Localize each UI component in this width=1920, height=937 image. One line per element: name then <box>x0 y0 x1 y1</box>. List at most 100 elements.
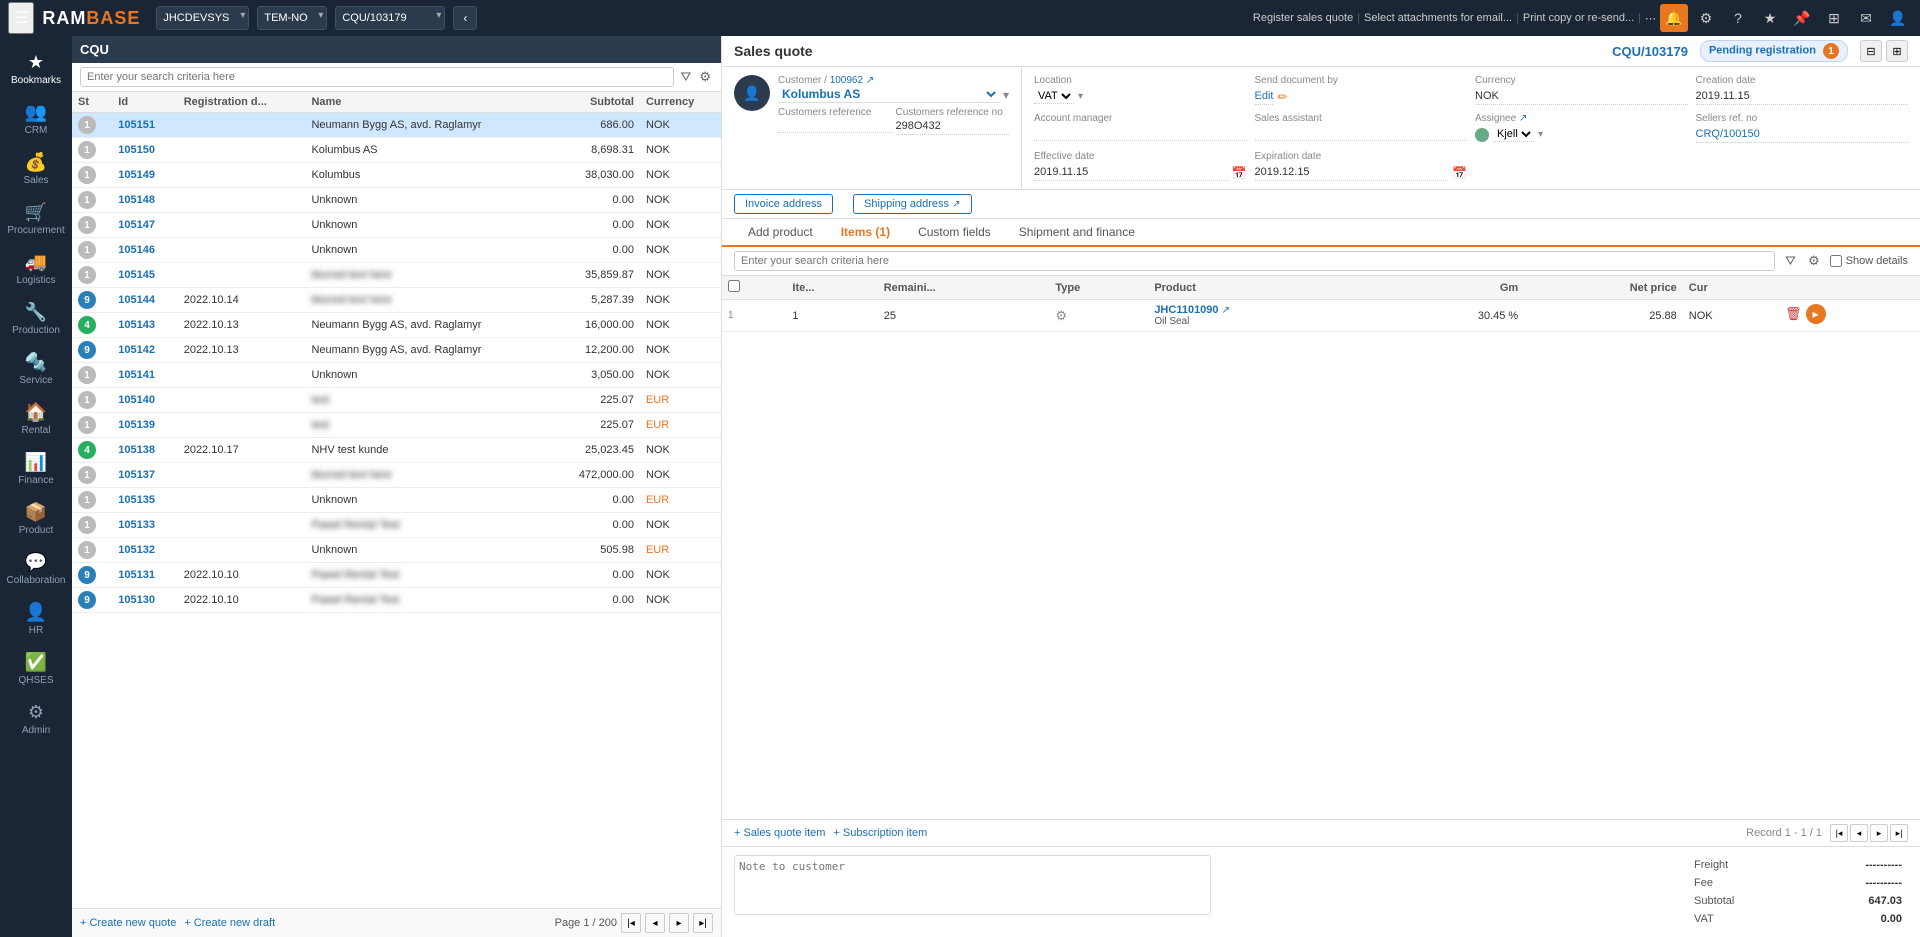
page-last-button[interactable]: ▸| <box>693 913 713 933</box>
sidebar-item-production[interactable]: 🔧 Production <box>0 294 72 344</box>
items-search-input[interactable] <box>734 251 1775 271</box>
sidebar-item-logistics[interactable]: 🚚 Logistics <box>0 244 72 294</box>
sidebar-item-qhses[interactable]: ✅ QHSES <box>0 644 72 694</box>
list-settings-icon[interactable]: ⚙ <box>697 67 713 87</box>
location-dropdown-icon[interactable]: ▾ <box>1078 91 1083 102</box>
sellers-ref-value[interactable]: CRQ/100150 <box>1696 127 1909 143</box>
table-row[interactable]: 1105151Neumann Bygg AS, avd. Raglamyr686… <box>72 113 721 138</box>
pin-button[interactable]: 📌 <box>1788 4 1816 32</box>
nav-back-button[interactable]: ‹ <box>453 6 477 30</box>
send-doc-action[interactable]: Edit <box>1255 89 1274 105</box>
select-attachments-link[interactable]: Select attachments for email... <box>1364 12 1512 24</box>
print-copy-link[interactable]: Print copy or re-send... <box>1523 12 1634 24</box>
table-row[interactable]: 91051302022.10.10Pawel Rental Test0.00NO… <box>72 588 721 613</box>
sidebar-item-rental[interactable]: 🏠 Rental <box>0 394 72 444</box>
sidebar-item-crm[interactable]: 👥 CRM <box>0 94 72 144</box>
item-navigate-button[interactable]: ▸ <box>1806 304 1826 324</box>
table-row[interactable]: 91051442022.10.14blurred text here5,287.… <box>72 288 721 313</box>
create-new-quote-button[interactable]: + Create new quote <box>80 917 176 929</box>
customer-number[interactable]: 100962 <box>830 75 863 86</box>
env-select[interactable]: TEM-NO <box>257 6 327 30</box>
select-all-checkbox[interactable] <box>728 280 740 292</box>
sidebar-item-collaboration[interactable]: 💬 Collaboration <box>0 544 72 594</box>
items-page-first[interactable]: |◂ <box>1830 824 1848 842</box>
sidebar-item-sales[interactable]: 💰 Sales <box>0 144 72 194</box>
table-row[interactable]: 41051432022.10.13Neumann Bygg AS, avd. R… <box>72 313 721 338</box>
cust-ref-value[interactable] <box>778 119 892 133</box>
sidebar-item-bookmarks[interactable]: ★ Bookmarks <box>0 44 72 94</box>
sidebar-item-product[interactable]: 📦 Product <box>0 494 72 544</box>
cust-refno-value[interactable]: 298O432 <box>896 119 1010 135</box>
table-row[interactable]: 1105137blurred text here472,000.00NOK <box>72 463 721 488</box>
show-details-checkbox[interactable] <box>1830 255 1842 267</box>
tab-items[interactable]: Items (1) <box>827 219 904 247</box>
table-row[interactable]: 1105147Unknown0.00NOK <box>72 213 721 238</box>
table-row[interactable]: 1105135Unknown0.00EUR <box>72 488 721 513</box>
tab-custom-fields[interactable]: Custom fields <box>904 219 1005 247</box>
filter-icon[interactable]: ⛛ <box>678 67 693 87</box>
table-row[interactable]: 1105149Kolumbus38,030.00NOK <box>72 163 721 188</box>
location-select[interactable]: VAT <box>1034 89 1074 104</box>
items-page-next[interactable]: ▸ <box>1870 824 1888 842</box>
layout-icon-1[interactable]: ⊟ <box>1860 40 1882 62</box>
page-next-button[interactable]: ▸ <box>669 913 689 933</box>
invoice-address-button[interactable]: Invoice address <box>734 194 833 214</box>
send-doc-edit-icon[interactable]: ✏ <box>1277 90 1287 104</box>
items-page-last[interactable]: ▸| <box>1890 824 1908 842</box>
sidebar-item-service[interactable]: 🔩 Service <box>0 344 72 394</box>
tab-add-product[interactable]: Add product <box>734 219 827 247</box>
list-search-input[interactable] <box>80 67 674 87</box>
table-row[interactable]: 1105141Unknown3,050.00NOK <box>72 363 721 388</box>
assignee-dropdown-icon[interactable]: ▾ <box>1538 129 1543 140</box>
item-delete-button[interactable]: 🗑 <box>1785 306 1802 322</box>
page-prev-button[interactable]: ◂ <box>645 913 665 933</box>
items-settings-icon[interactable]: ⚙ <box>1806 251 1822 271</box>
page-first-button[interactable]: |◂ <box>621 913 641 933</box>
doc-select[interactable]: CQU/103179 <box>335 6 445 30</box>
sidebar-item-finance[interactable]: 📊 Finance <box>0 444 72 494</box>
help-button[interactable]: ? <box>1724 4 1752 32</box>
sidebar-item-hr[interactable]: 👤 HR <box>0 594 72 644</box>
tab-shipment-finance[interactable]: Shipment and finance <box>1005 219 1149 247</box>
sidebar-item-admin[interactable]: ⚙ Admin <box>0 694 72 744</box>
table-row[interactable]: 41051382022.10.17NHV test kunde25,023.45… <box>72 438 721 463</box>
sidebar-item-procurement[interactable]: 🛒 Procurement <box>0 194 72 244</box>
table-row[interactable]: 1105145blurred text here35,859.87NOK <box>72 263 721 288</box>
table-row[interactable]: 1105150Kolumbus AS8,698.31NOK <box>72 138 721 163</box>
hamburger-menu-icon[interactable]: ☰ <box>8 2 34 34</box>
favorites-button[interactable]: ★ <box>1756 4 1784 32</box>
layout-icon-2[interactable]: ⊞ <box>1886 40 1908 62</box>
table-row[interactable]: 1105140test225.07EUR <box>72 388 721 413</box>
currency-value[interactable]: NOK <box>1475 89 1688 105</box>
alert-button[interactable]: 🔔 <box>1660 4 1688 32</box>
add-subscription-item-button[interactable]: + Subscription item <box>833 827 927 839</box>
effective-date-value[interactable]: 2019.11.15 <box>1034 165 1228 181</box>
customer-external-link-icon[interactable]: ↗ <box>866 75 874 86</box>
add-sales-quote-item-button[interactable]: + Sales quote item <box>734 827 825 839</box>
customer-name-select[interactable]: Kolumbus AS <box>778 86 999 103</box>
customer-dropdown-icon[interactable]: ▾ <box>1003 88 1009 102</box>
item-type-icon[interactable]: ⚙ <box>1055 308 1067 323</box>
table-row[interactable]: 1105148Unknown0.00NOK <box>72 188 721 213</box>
assignee-select[interactable]: Kjell <box>1493 127 1534 142</box>
account-manager-value[interactable] <box>1034 127 1247 141</box>
creation-date-value[interactable]: 2019.11.15 <box>1696 89 1909 105</box>
product-code-link[interactable]: JHC1101090 <box>1154 304 1218 316</box>
effective-date-calendar-icon[interactable]: 📅 <box>1232 166 1247 180</box>
company-select[interactable]: JHCDEVSYS <box>156 6 249 30</box>
shipping-address-button[interactable]: Shipping address ↗ <box>853 194 971 214</box>
table-row[interactable]: 1105146Unknown0.00NOK <box>72 238 721 263</box>
sales-assistant-value[interactable] <box>1255 127 1468 141</box>
register-sales-quote-link[interactable]: Register sales quote <box>1253 12 1353 24</box>
settings-button[interactable]: ⚙ <box>1692 4 1720 32</box>
assignee-link-icon[interactable]: ↗ <box>1519 113 1527 124</box>
items-filter-icon[interactable]: ⛛ <box>1783 251 1798 271</box>
table-row[interactable]: 1105133Pawel Rental Test0.00NOK <box>72 513 721 538</box>
table-row[interactable]: 91051312022.10.10Pawel Rental Test0.00NO… <box>72 563 721 588</box>
items-page-prev[interactable]: ◂ <box>1850 824 1868 842</box>
table-row[interactable]: 91051422022.10.13Neumann Bygg AS, avd. R… <box>72 338 721 363</box>
table-row[interactable]: 1105132Unknown505.98EUR <box>72 538 721 563</box>
product-external-icon[interactable]: ↗ <box>1222 305 1230 316</box>
user-button[interactable]: 👤 <box>1884 4 1912 32</box>
email-button[interactable]: ✉ <box>1852 4 1880 32</box>
